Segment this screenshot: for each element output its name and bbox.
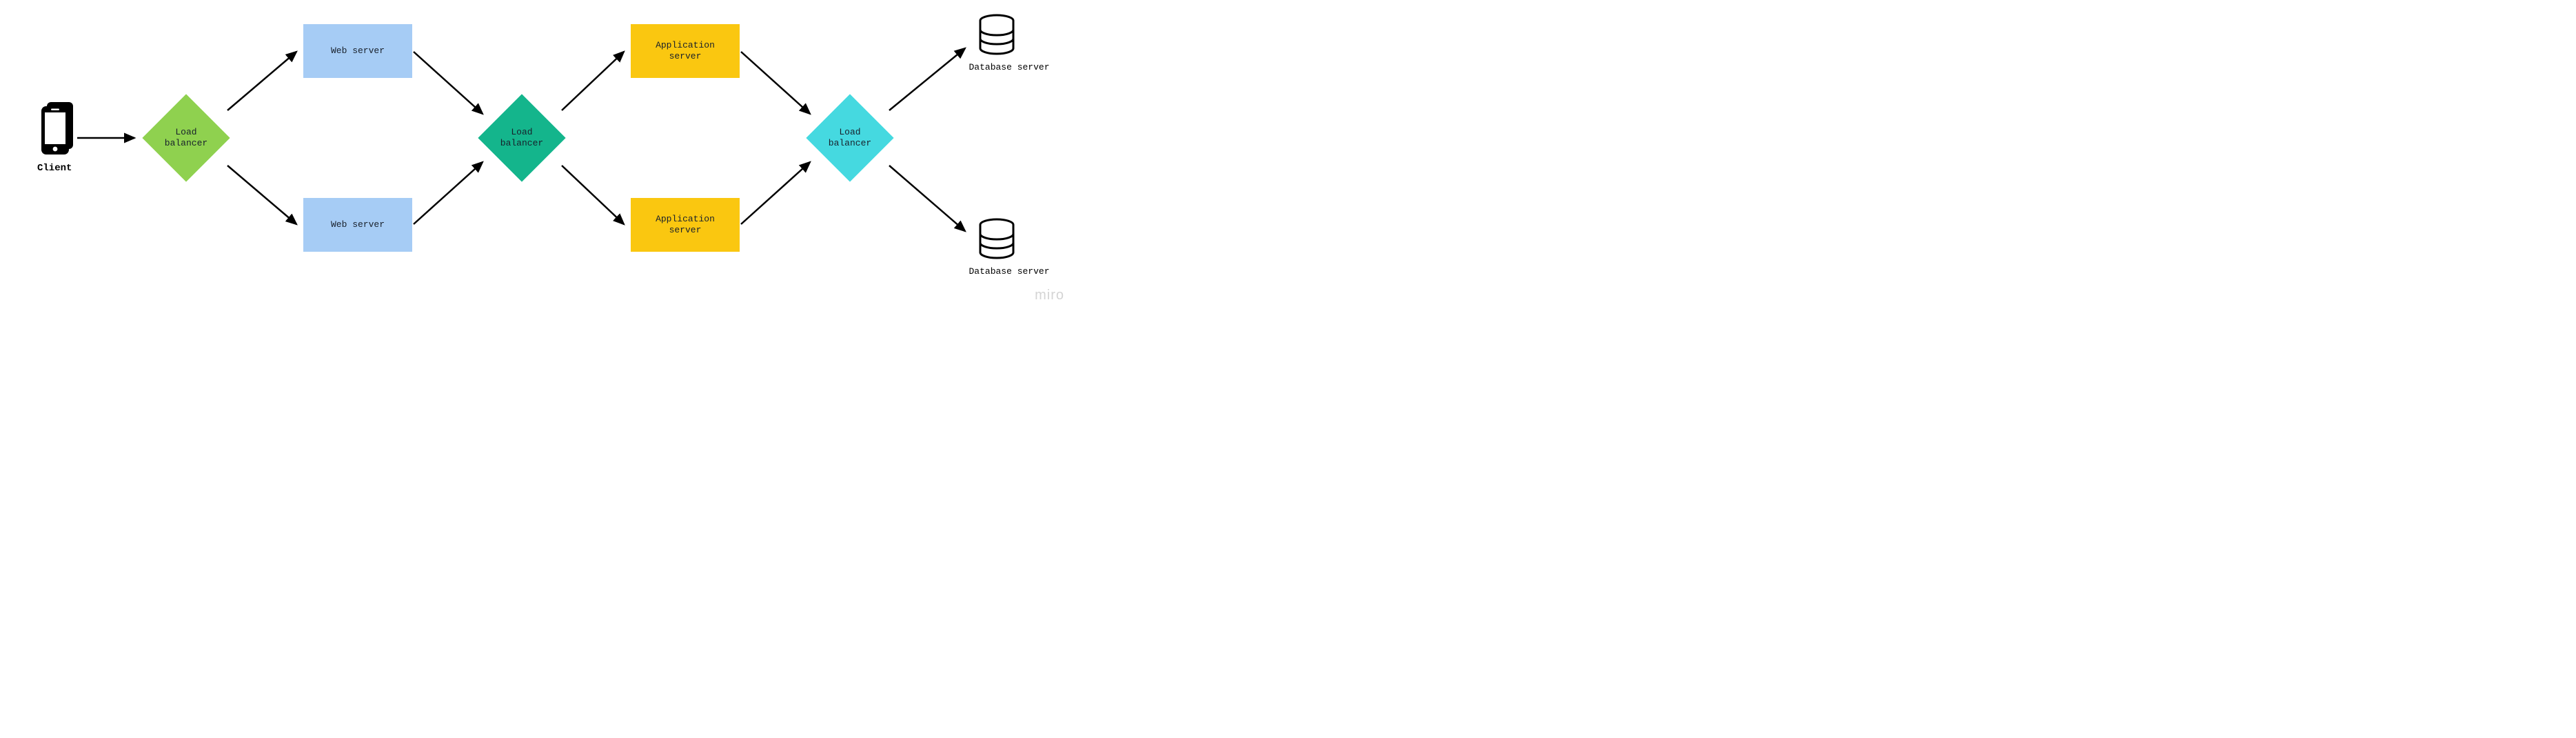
arrow-lb3-db2	[889, 166, 965, 231]
web-server-2: Web server	[303, 198, 412, 252]
load-balancer-2: Load balancer	[478, 94, 565, 181]
database-2-label: Database server	[961, 266, 1057, 277]
application-server-2: Application server	[631, 198, 740, 252]
miro-watermark: miro	[1035, 288, 1064, 303]
client-label: Client	[37, 163, 72, 174]
load-balancer-3: Load balancer	[806, 94, 893, 181]
web-server-1-label: Web server	[331, 46, 385, 57]
arrow-web1-lb2	[414, 52, 483, 114]
database-icon	[977, 14, 1016, 57]
application-server-2-label: Application server	[656, 214, 715, 237]
application-server-1-label: Application server	[656, 40, 715, 63]
arrow-lb1-web2	[227, 166, 296, 224]
load-balancer-1: Load balancer	[142, 94, 230, 181]
arrow-lb1-web1	[227, 52, 296, 110]
smartphone-icon	[39, 102, 77, 157]
load-balancer-3-label: Load balancer	[829, 127, 871, 150]
arrow-web2-lb2	[414, 162, 483, 224]
database-icon	[977, 218, 1016, 261]
web-server-2-label: Web server	[331, 219, 385, 230]
load-balancer-2-label: Load balancer	[500, 127, 543, 150]
arrow-lb3-db1	[889, 48, 965, 110]
application-server-1: Application server	[631, 24, 740, 78]
architecture-diagram: Client Load balancer Web server Web serv…	[0, 0, 1073, 308]
arrow-lb2-app1	[562, 52, 624, 110]
web-server-1: Web server	[303, 24, 412, 78]
arrow-lb2-app2	[562, 166, 624, 224]
arrow-app2-lb3	[741, 162, 810, 224]
arrow-app1-lb3	[741, 52, 810, 114]
database-1-label: Database server	[961, 62, 1057, 72]
load-balancer-1-label: Load balancer	[165, 127, 207, 150]
